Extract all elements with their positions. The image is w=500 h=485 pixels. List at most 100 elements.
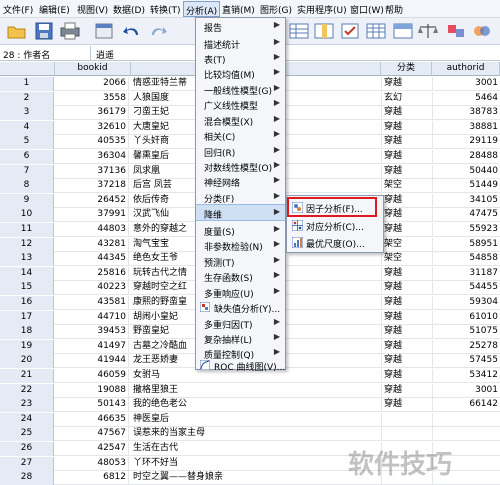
column-header-category[interactable]: 分类	[381, 62, 432, 76]
cell-authorid[interactable]: 57455	[432, 354, 500, 369]
cell-bookid[interactable]: 46635	[55, 412, 129, 427]
submenu-item-factor[interactable]: 因子分析(F)...	[289, 199, 381, 216]
menu-graphs[interactable]: 图形(G)	[260, 3, 292, 16]
cell-value-field[interactable]: 逍遥	[96, 48, 114, 61]
cell-authorid[interactable]: 34105	[432, 193, 500, 208]
cell-authorid[interactable]	[432, 412, 500, 427]
cell-bookid[interactable]: 36179	[55, 106, 129, 121]
cell-authorid[interactable]: 51449	[432, 179, 500, 194]
menu-item-neural-networks[interactable]: 神经网络 ▶	[196, 173, 285, 190]
menu-item-generalized-linear[interactable]: 广义线性模型 ▶	[196, 96, 285, 113]
redo-icon[interactable]	[147, 21, 169, 41]
undo-icon[interactable]	[121, 21, 143, 41]
cell-title[interactable]: 神医皇后	[131, 413, 379, 427]
cell-category[interactable]: 穿越	[381, 223, 430, 237]
variables-icon[interactable]	[339, 21, 361, 41]
cell-category[interactable]: 穿越	[381, 106, 430, 121]
split-file-icon[interactable]	[392, 21, 414, 41]
goto-case-icon[interactable]	[288, 21, 310, 41]
cell-authorid[interactable]: 38783	[432, 106, 500, 121]
cell-category[interactable]: 穿越	[381, 150, 430, 164]
menu-help[interactable]: 帮助	[385, 3, 403, 16]
cell-bookid[interactable]: 40535	[55, 135, 129, 150]
cell-authorid[interactable]: 53412	[432, 369, 500, 383]
menu-item-compare-means[interactable]: 比较均值(M) ▶	[196, 65, 285, 82]
menu-item-reports[interactable]: 报告 ▶	[196, 18, 285, 35]
cell-bookid[interactable]: 3558	[55, 91, 129, 106]
cell-category[interactable]: 穿越	[381, 193, 430, 208]
menu-transform[interactable]: 转换(T)	[150, 3, 181, 16]
cell-authorid[interactable]	[432, 427, 500, 442]
cell-bookid[interactable]: 37218	[55, 179, 129, 194]
cell-category[interactable]: 玄幻	[381, 91, 430, 106]
cell-category[interactable]: 穿越	[381, 135, 430, 150]
dialog-recall-icon[interactable]	[93, 21, 115, 41]
cell-bookid[interactable]: 47567	[55, 427, 129, 442]
cell-bookid[interactable]: 26452	[55, 193, 129, 208]
table-row[interactable]: 24 46635 神医皇后	[0, 412, 500, 427]
cell-category[interactable]: 架空	[381, 179, 430, 194]
cell-authorid[interactable]: 54858	[432, 252, 500, 267]
submenu-item-optimal-scaling[interactable]: 最优尺度(O)...	[289, 234, 381, 251]
cell-authorid[interactable]: 3001	[432, 383, 500, 398]
cell-category[interactable]: 架空	[381, 237, 430, 252]
cell-bookid[interactable]: 37991	[55, 208, 129, 223]
cell-authorid[interactable]: 29119	[432, 135, 500, 150]
cell-bookid[interactable]: 48053	[55, 456, 129, 471]
cell-authorid[interactable]: 28488	[432, 150, 500, 164]
cell-category[interactable]: 穿越	[381, 266, 430, 281]
table-row[interactable]: 23 50143 我的绝色老公 穿越 66142	[0, 398, 500, 413]
cell-category[interactable]: 穿越	[381, 296, 430, 310]
cell-authorid[interactable]: 55923	[432, 223, 500, 237]
cell-category[interactable]: 穿越	[381, 383, 430, 398]
weight-cases-icon[interactable]	[417, 21, 439, 41]
cell-title[interactable]: 时空之翼——替身娘亲	[131, 471, 379, 485]
cell-authorid[interactable]: 25278	[432, 339, 500, 354]
cell-bookid[interactable]: 44803	[55, 223, 129, 237]
cell-title[interactable]: 我的绝色老公	[131, 398, 379, 412]
cell-category[interactable]: 穿越	[381, 164, 430, 179]
use-sets-icon[interactable]	[471, 21, 493, 41]
cell-title[interactable]: 生活在古代	[131, 442, 379, 456]
menu-item-missing-value[interactable]: 缺失值分析(Y)...	[196, 299, 285, 316]
print-icon[interactable]	[59, 21, 81, 41]
menu-file[interactable]: 文件(F)	[3, 3, 33, 16]
cell-bookid[interactable]: 42547	[55, 442, 129, 456]
cell-bookid[interactable]: 41497	[55, 339, 129, 354]
cell-bookid[interactable]: 25816	[55, 266, 129, 281]
cell-bookid[interactable]: 43281	[55, 237, 129, 252]
cell-category[interactable]	[381, 412, 430, 427]
table-row[interactable]: 25 47567 误惹来的当家主母	[0, 427, 500, 442]
cell-authorid[interactable]: 66142	[432, 398, 500, 413]
cell-authorid[interactable]: 58951	[432, 237, 500, 252]
value-labels-icon[interactable]	[445, 21, 467, 41]
cell-bookid[interactable]: 44345	[55, 252, 129, 267]
cell-category[interactable]: 穿越	[381, 354, 430, 369]
cell-authorid[interactable]: 31187	[432, 266, 500, 281]
cell-category[interactable]: 架空	[381, 252, 430, 267]
cell-category[interactable]: 穿越	[381, 369, 430, 383]
cell-bookid[interactable]: 37136	[55, 164, 129, 179]
cell-authorid[interactable]: 3001	[432, 77, 500, 91]
cell-authorid[interactable]: 51075	[432, 325, 500, 340]
cell-authorid[interactable]: 50440	[432, 164, 500, 179]
cell-authorid[interactable]: 47475	[432, 208, 500, 223]
cell-bookid[interactable]: 43581	[55, 296, 129, 310]
table-row[interactable]: 22 19088 撒格里狼王 穿越 3001	[0, 383, 500, 398]
menu-analyze[interactable]: 分析(A)	[183, 1, 221, 17]
cell-bookid[interactable]: 50143	[55, 398, 129, 413]
cell-category[interactable]	[381, 427, 430, 442]
cell-authorid[interactable]: 54455	[432, 281, 500, 296]
find-icon[interactable]	[365, 21, 387, 41]
cell-bookid[interactable]: 6812	[55, 471, 129, 485]
cell-bookid[interactable]: 32610	[55, 120, 129, 135]
menu-item-roc-curve[interactable]: ROC 曲线图(V)...	[196, 357, 285, 374]
menu-item-nonparametric[interactable]: 非参数检验(N) ▶	[196, 237, 285, 254]
menu-edit[interactable]: 编辑(E)	[39, 3, 70, 16]
cell-category[interactable]: 穿越	[381, 120, 430, 135]
cell-authorid[interactable]: 59304	[432, 296, 500, 310]
cell-authorid[interactable]: 61010	[432, 310, 500, 325]
cell-bookid[interactable]: 19088	[55, 383, 129, 398]
cell-category[interactable]: 穿越	[381, 339, 430, 354]
cell-category[interactable]: 穿越	[381, 281, 430, 296]
